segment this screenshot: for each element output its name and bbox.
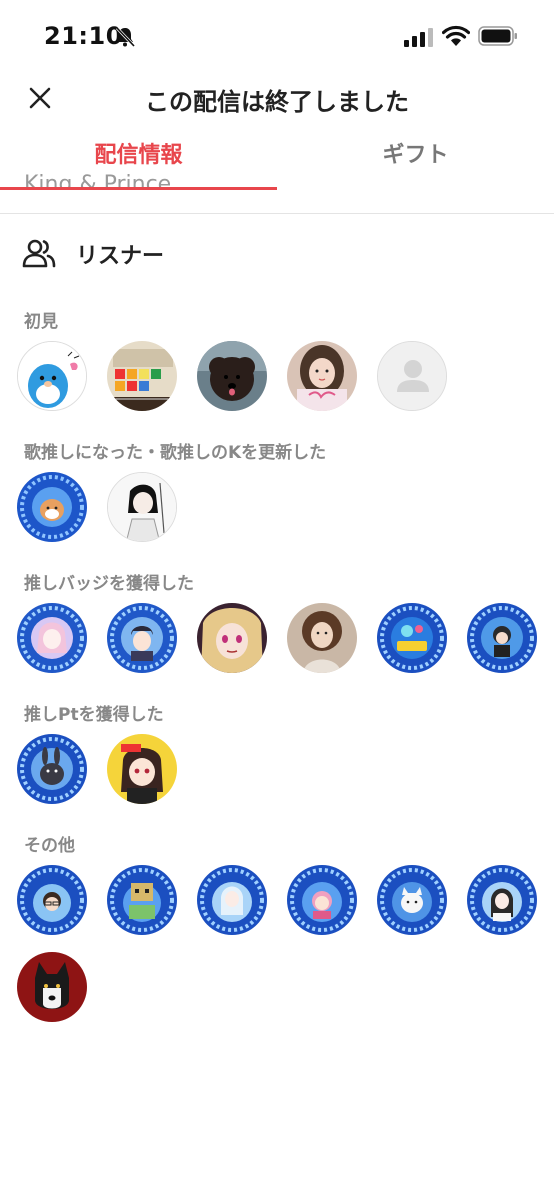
tab-stream-info[interactable]: 配信情報	[0, 130, 277, 190]
avatar-synth-instrument[interactable]	[107, 341, 177, 411]
bell-slash-icon	[115, 26, 136, 48]
avatar-nao-badge-blue[interactable]	[17, 865, 87, 935]
avatar-anime-girl-blonde[interactable]	[197, 603, 267, 673]
section-label-oshi-badge: 推しバッジを獲得した	[24, 574, 194, 594]
avatar-game-badge-blue[interactable]	[377, 603, 447, 673]
avatar-kaisen-badge-blue[interactable]	[467, 865, 537, 935]
avatar-robot-badge-blue[interactable]	[107, 865, 177, 935]
tab-gift[interactable]: ギフト	[277, 130, 554, 190]
avatar-seal-character[interactable]	[17, 341, 87, 411]
section-label-others: その他	[24, 836, 75, 856]
avatar-shiba-badge-blue[interactable]	[17, 472, 87, 542]
avatar-anime-boy-badge-blue[interactable]	[107, 603, 177, 673]
avatar-anime-girl-badge-blue[interactable]	[17, 603, 87, 673]
page-title: この配信は終了しました	[145, 88, 409, 116]
status-time: 21:10	[44, 22, 123, 50]
wifi-icon	[442, 25, 470, 46]
section-label-oshi-pt: 推しPtを獲得した	[24, 705, 164, 725]
section-label-song-oshi: 歌推しになった・歌推しのKを更新した	[24, 443, 327, 463]
divider	[0, 213, 554, 214]
avatar-anime-girl-yellow[interactable]	[107, 734, 177, 804]
avatar-cat-badge-blue[interactable]	[377, 865, 447, 935]
avatar-mermaid-badge-blue[interactable]	[197, 865, 267, 935]
status-bar: 21:10	[0, 0, 554, 72]
content-background	[0, 190, 554, 214]
tab-bar: 配信情報 ギフト	[0, 130, 554, 190]
avatar-anime-boy-sketch[interactable]	[107, 472, 177, 542]
avatar-yuke-badge-blue[interactable]	[287, 865, 357, 935]
avatar-default-user[interactable]	[377, 341, 447, 411]
nav-bar: この配信は終了しました	[0, 72, 554, 122]
people-icon	[22, 239, 56, 268]
section-label-first-time: 初見	[24, 312, 58, 332]
cellular-signal-icon	[404, 28, 433, 47]
avatar-rabbit-badge-blue[interactable]	[17, 734, 87, 804]
avatar-husky-dog-red[interactable]	[17, 952, 87, 1022]
battery-icon	[478, 26, 517, 46]
avatar-poodle-dog[interactable]	[197, 341, 267, 411]
avatar-woman-curly-hair[interactable]	[287, 603, 357, 673]
avatar-chibi-badge-blue[interactable]	[467, 603, 537, 673]
avatar-girl-photo-oshi[interactable]	[287, 341, 357, 411]
close-icon[interactable]	[24, 82, 56, 114]
listener-title: リスナー	[76, 244, 165, 269]
